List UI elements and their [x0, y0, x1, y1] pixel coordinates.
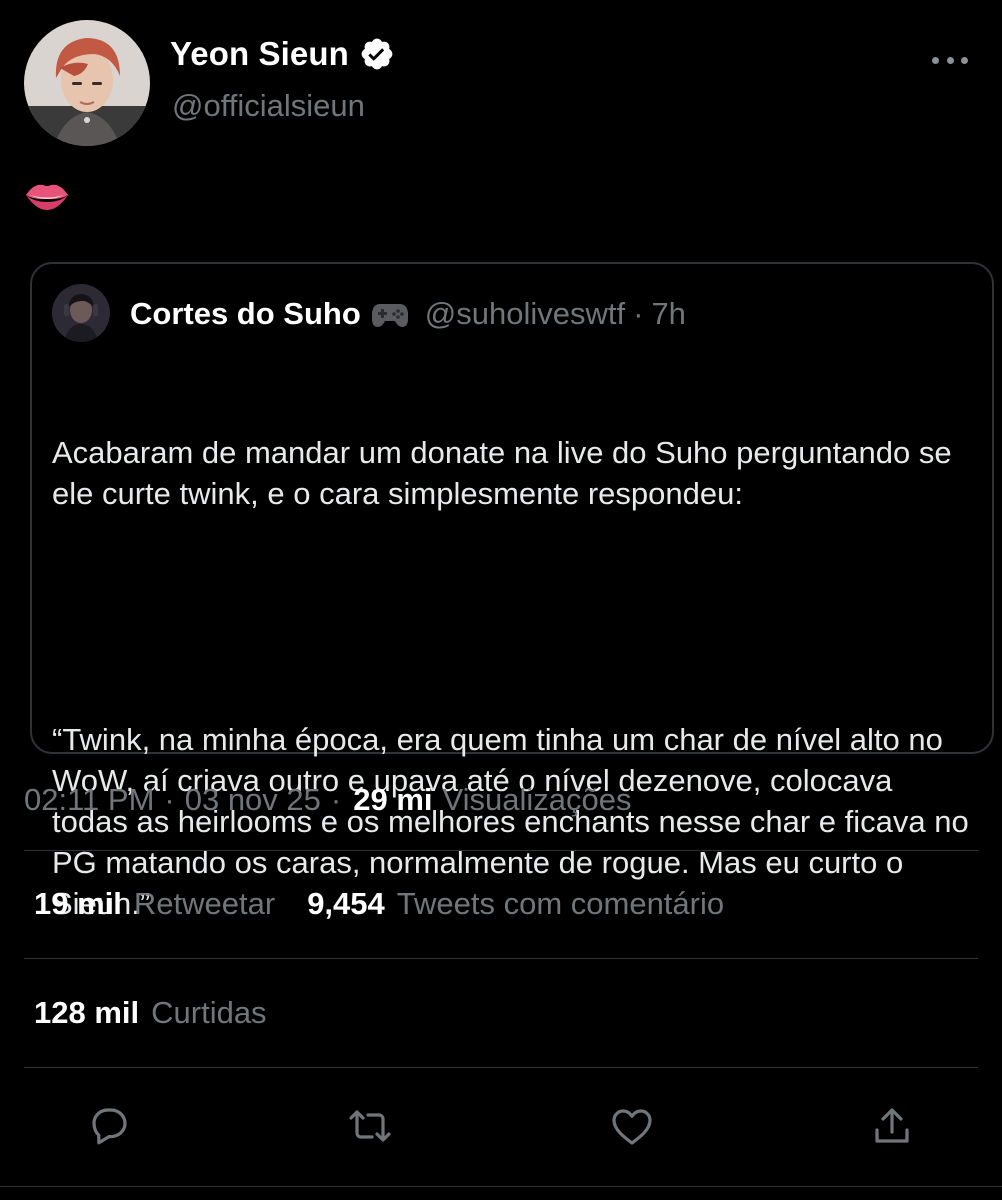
author-handle[interactable]: @officialsieun: [172, 88, 365, 124]
retweet-stats-row: 19 mil Retweetar 9,454 Tweets com coment…: [34, 886, 756, 922]
tweet-action-bar: [0, 1098, 1002, 1158]
quoted-author-handle[interactable]: @suholiveswtf: [425, 296, 625, 332]
quoted-author-avatar[interactable]: [52, 284, 110, 342]
likes-label[interactable]: Curtidas: [151, 995, 266, 1031]
quoted-tweet-header[interactable]: Cortes do Suho @suholiveswtf · 7h: [130, 296, 686, 332]
quoted-separator: ·: [633, 296, 644, 331]
divider: [24, 958, 978, 959]
divider: [24, 850, 978, 851]
tweet-detail-page: Yeon Sieun @officialsieun Cortes do Suho…: [0, 0, 1002, 1200]
meta-separator-2: ·: [330, 782, 342, 817]
likes-count[interactable]: 128 mil: [34, 995, 139, 1031]
tweet-time[interactable]: 02:11 PM: [24, 782, 154, 818]
author-name[interactable]: Yeon Sieun: [170, 35, 349, 73]
bottom-divider: [0, 1186, 1002, 1187]
quote-tweets-label[interactable]: Tweets com comentário: [397, 886, 724, 922]
tweet-meta: 02:11 PM · 03 nov 25 · 29 mi Visualizaçõ…: [24, 782, 631, 818]
divider: [24, 1067, 978, 1068]
quote-tweets-count[interactable]: 9,454: [307, 886, 385, 922]
lips-emoji-icon: [24, 180, 84, 220]
author-avatar[interactable]: [24, 20, 150, 146]
retweet-icon[interactable]: [342, 1098, 398, 1154]
meta-separator-1: ·: [164, 782, 175, 817]
quoted-timestamp[interactable]: 7h: [651, 296, 685, 332]
like-heart-icon[interactable]: [604, 1098, 660, 1154]
tweet-date[interactable]: 03 nov 25: [185, 782, 321, 818]
quoted-tweet-card[interactable]: Cortes do Suho @suholiveswtf · 7h Acabar…: [30, 262, 994, 921]
more-options-icon[interactable]: [932, 46, 968, 74]
views-label: Visualizações: [442, 782, 632, 817]
likes-stats-row: 128 mil Curtidas: [34, 995, 299, 1031]
reply-icon[interactable]: [81, 1098, 137, 1154]
verified-badge-icon: [359, 36, 395, 72]
quoted-paragraph-1: Acabaram de mandar um donate na live do …: [52, 435, 961, 511]
quoted-author-name[interactable]: Cortes do Suho: [130, 296, 361, 332]
author-name-row[interactable]: Yeon Sieun: [170, 32, 395, 76]
share-icon[interactable]: [864, 1098, 920, 1154]
retweets-count[interactable]: 19 mil: [34, 886, 122, 922]
retweets-label[interactable]: Retweetar: [134, 886, 275, 922]
views-count: 29 mi: [353, 782, 433, 817]
video-game-controller-emoji-icon: [371, 299, 409, 329]
